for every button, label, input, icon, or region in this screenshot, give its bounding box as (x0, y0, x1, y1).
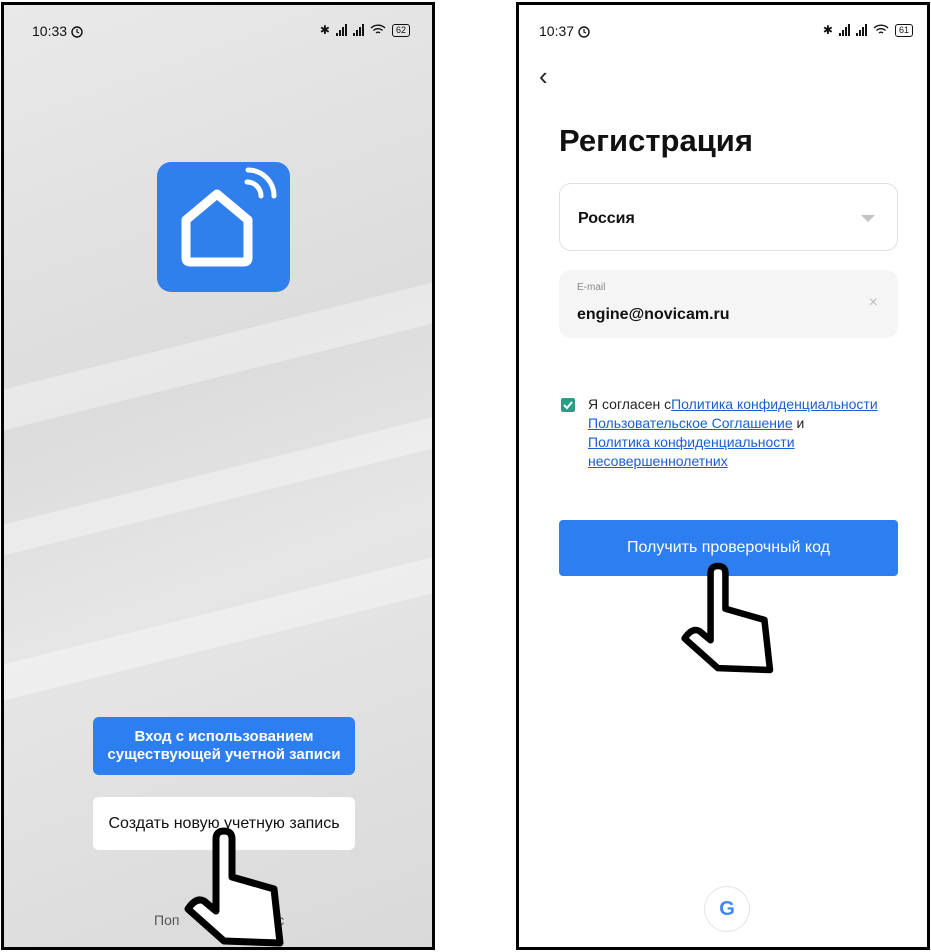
smart-home-icon (157, 162, 290, 292)
back-icon[interactable]: ‹ (539, 61, 548, 92)
dropdown-triangle-icon (861, 215, 875, 222)
alarm-icon (578, 26, 590, 38)
status-bar-right: ✱ 61 (823, 23, 913, 37)
country-select[interactable]: Россия (559, 183, 898, 251)
email-value[interactable]: engine@novicam.ru (577, 306, 730, 324)
policy-text-start: Поп (154, 912, 180, 928)
checkbox-icon[interactable] (561, 398, 575, 412)
privacy-policy-link[interactable]: Политика конфиденциальности (671, 396, 878, 412)
bluetooth-icon: ✱ (319, 23, 330, 37)
battery-icon: 62 (391, 23, 410, 37)
signal-icon (335, 24, 347, 36)
status-bar-left: 10:37 (539, 23, 591, 39)
signal-icon (838, 24, 850, 36)
phone-screen-welcome: 10:33 ✱ 62 Вход с использованием существ… (1, 2, 435, 950)
pointing-hand-icon (184, 827, 284, 947)
get-code-label: Получить проверочный код (626, 539, 830, 556)
wifi-icon (370, 24, 386, 34)
email-label: E-mail (577, 282, 606, 293)
wifi-icon (873, 24, 889, 34)
login-button-line1: Вход с использованием (134, 728, 314, 745)
phone-screen-registration: 10:37 ✱ 61 ‹ Регистрация Россия E-mail e… (516, 2, 930, 950)
status-time: 10:33 (32, 23, 68, 39)
status-bar-left: 10:33 (32, 23, 84, 39)
login-existing-account-button[interactable]: Вход с использованием существующей учетн… (93, 717, 355, 775)
light-streak (4, 532, 432, 713)
light-streak (4, 392, 432, 568)
battery-icon: 61 (894, 23, 913, 37)
terms-link[interactable]: Пользовательское Соглашение (588, 415, 793, 431)
google-login-button[interactable]: G (705, 887, 749, 931)
and-text: и (792, 415, 805, 431)
status-time: 10:37 (539, 23, 575, 39)
page-title: Регистрация (559, 123, 753, 158)
signal-icon (855, 24, 867, 36)
alarm-icon (71, 26, 83, 38)
signal-icon (352, 24, 364, 36)
clear-icon[interactable]: × (869, 294, 878, 312)
google-icon: G (719, 897, 735, 920)
minors-policy-link[interactable]: Политика конфиденциальности несовершенно… (588, 434, 795, 469)
agreement-block: Я согласен с Политика конфиденциальности … (561, 395, 891, 471)
agree-prefix: Я согласен с (588, 396, 672, 412)
bluetooth-icon: ✱ (822, 23, 833, 37)
email-field[interactable]: E-mail engine@novicam.ru × (559, 270, 898, 338)
login-button-line2: существующей учетной записи (107, 746, 341, 763)
status-bar-right: ✱ 62 (320, 23, 410, 37)
country-value: Россия (578, 210, 635, 227)
pointing-hand-icon (681, 562, 774, 674)
